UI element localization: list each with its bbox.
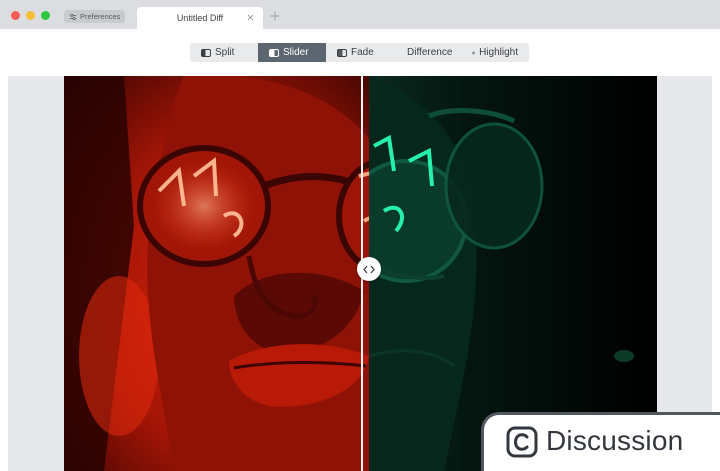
discussion-badge[interactable]: Discussion xyxy=(481,412,720,471)
minimize-window-button[interactable] xyxy=(26,11,35,20)
discussion-label: Discussion xyxy=(546,425,684,456)
mode-highlight-button[interactable]: Highlight xyxy=(461,43,529,62)
sliders-icon xyxy=(69,13,77,20)
preferences-button[interactable]: Preferences xyxy=(64,10,126,23)
mode-fade-button[interactable]: Fade xyxy=(326,43,392,62)
split-icon xyxy=(201,48,211,57)
mode-split-button[interactable]: Split xyxy=(190,43,258,62)
zoom-window-button[interactable] xyxy=(41,11,50,20)
slider-icon xyxy=(269,48,279,57)
preferences-label: Preferences xyxy=(80,12,121,21)
comparison-mode-switcher: Split Slider Fade Difference Highlight xyxy=(190,43,529,62)
mode-label: Highlight xyxy=(479,47,518,58)
close-tab-button[interactable] xyxy=(245,12,256,23)
tab-title: Untitled Diff xyxy=(176,13,224,23)
window-titlebar: Preferences Untitled Diff xyxy=(0,0,720,29)
slider-handle[interactable] xyxy=(357,257,381,281)
mode-label: Split xyxy=(215,47,235,58)
plus-icon xyxy=(270,11,280,21)
mode-label: Fade xyxy=(351,47,374,58)
mode-label: Difference xyxy=(407,47,453,58)
close-window-button[interactable] xyxy=(11,11,20,20)
highlight-icon xyxy=(472,51,476,54)
new-tab-button[interactable] xyxy=(268,9,282,23)
fade-icon xyxy=(337,48,347,57)
mode-difference-button[interactable]: Difference xyxy=(392,43,461,62)
chevron-left-right-icon xyxy=(363,265,375,273)
close-icon xyxy=(247,14,254,21)
discussion-c-icon xyxy=(506,426,538,458)
tab-untitled-diff[interactable]: Untitled Diff xyxy=(137,7,263,29)
mode-label: Slider xyxy=(283,47,309,58)
mode-slider-button[interactable]: Slider xyxy=(258,43,326,62)
